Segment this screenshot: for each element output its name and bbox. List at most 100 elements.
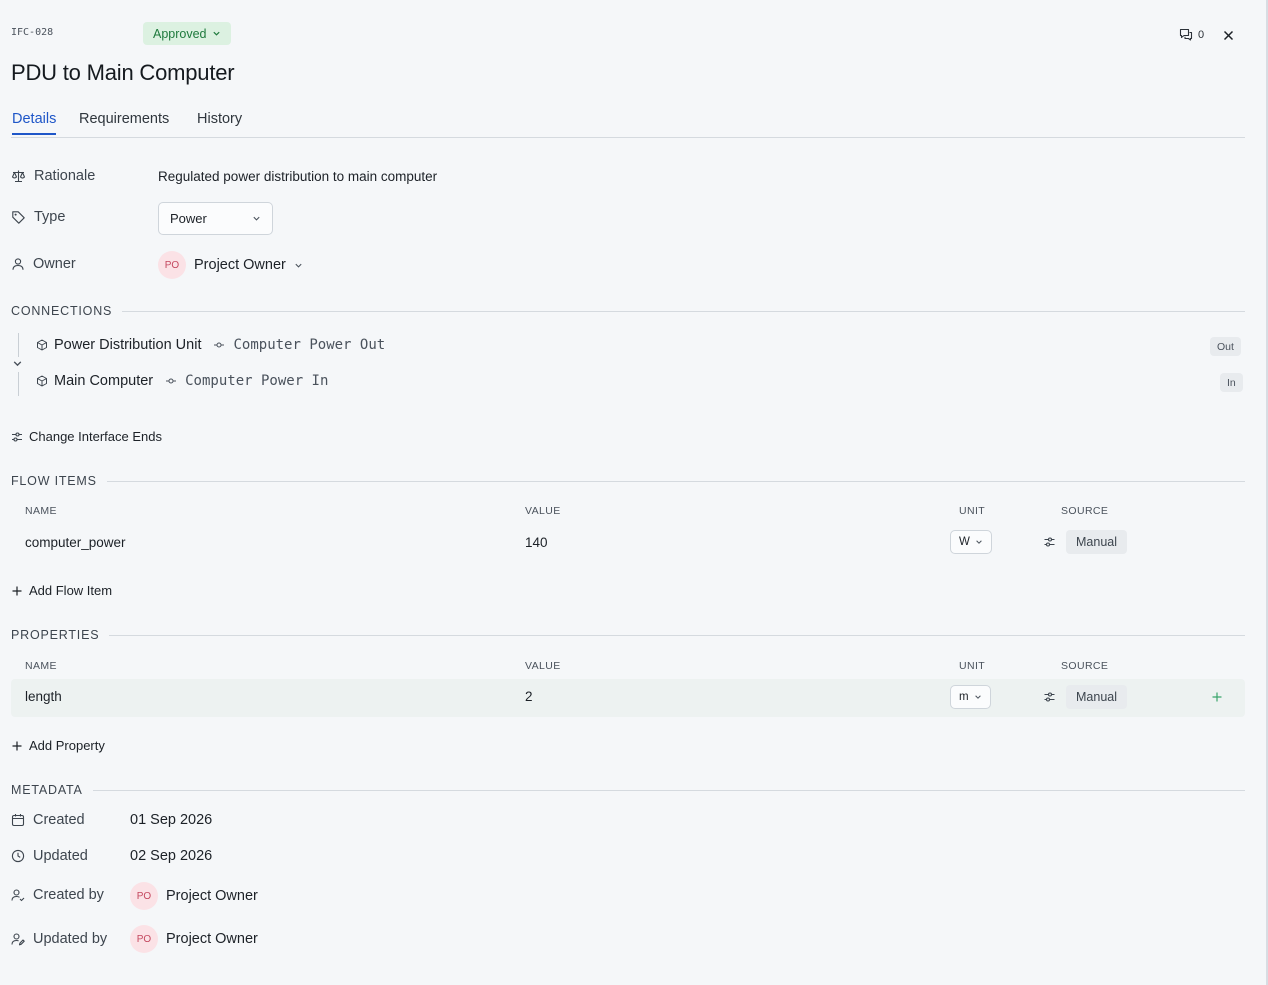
- swap-toggle[interactable]: [12, 358, 23, 369]
- connections-heading: CONNECTIONS: [11, 304, 113, 318]
- add-flow-item-button[interactable]: Add Flow Item: [11, 583, 112, 598]
- avatar: PO: [158, 251, 186, 279]
- component-name: Power Distribution Unit: [54, 337, 202, 353]
- settings-sliders-icon: [1043, 691, 1056, 703]
- owner-label: Owner: [11, 256, 76, 272]
- avatar: PO: [130, 925, 158, 953]
- metadata-heading: METADATA: [11, 783, 83, 797]
- table-row: [11, 679, 1245, 717]
- type-value: Power: [170, 211, 207, 226]
- owner-select[interactable]: PO Project Owner: [158, 251, 303, 279]
- created-by-name: Project Owner: [166, 888, 258, 904]
- connection-item[interactable]: Main Computer Computer Power In: [36, 373, 328, 389]
- port-name: Computer Power In: [185, 373, 329, 389]
- component-icon: [36, 339, 48, 351]
- tab-bar: Details Requirements History: [11, 111, 1245, 138]
- tag-icon: [11, 210, 26, 225]
- user-edit-icon: [11, 932, 25, 946]
- updated-value: 02 Sep 2026: [130, 848, 213, 864]
- status-dropdown[interactable]: Approved: [143, 22, 231, 45]
- chevron-down-icon: [12, 358, 23, 369]
- settings-sliders-icon: [11, 431, 23, 443]
- user-icon: [11, 257, 25, 271]
- add-property-button[interactable]: Add Property: [11, 738, 105, 753]
- close-button[interactable]: [1222, 29, 1235, 42]
- add-property-label: Add Property: [29, 738, 105, 753]
- direction-badge: Out: [1210, 337, 1241, 356]
- divider: [109, 634, 1245, 636]
- owner-label-text: Owner: [33, 256, 76, 272]
- source-settings-button[interactable]: [1043, 691, 1056, 703]
- interface-id: IFC-028: [11, 27, 54, 38]
- tab-history[interactable]: History: [197, 111, 242, 133]
- component-icon: [36, 375, 48, 387]
- divider: [92, 789, 1245, 791]
- column-header-unit: UNIT: [959, 660, 986, 672]
- updated-label: Updated: [11, 848, 88, 864]
- updated-by-name: Project Owner: [166, 931, 258, 947]
- add-flow-item-label: Add Flow Item: [29, 583, 113, 598]
- comments-button[interactable]: 0: [1179, 28, 1204, 41]
- plus-icon: [11, 585, 23, 597]
- source-badge[interactable]: Manual: [1066, 530, 1127, 554]
- plus-icon: [11, 740, 23, 752]
- flow-items-section-header: FLOW ITEMS: [11, 474, 1245, 488]
- tab-requirements[interactable]: Requirements: [79, 111, 169, 133]
- unit-select[interactable]: m: [950, 685, 991, 709]
- user-check-icon: [11, 888, 25, 902]
- direction-badge: In: [1220, 373, 1243, 392]
- updated-by-user: PO Project Owner: [130, 925, 258, 953]
- comment-count: 0: [1198, 28, 1205, 41]
- avatar: PO: [130, 882, 158, 910]
- flow-item-name[interactable]: computer_power: [25, 535, 126, 550]
- properties-section-header: PROPERTIES: [11, 628, 1245, 642]
- connection-item[interactable]: Power Distribution Unit Computer Power O…: [36, 337, 385, 353]
- port-name: Computer Power Out: [233, 337, 386, 353]
- chevron-down-icon: [212, 29, 221, 38]
- plus-icon: [1211, 691, 1223, 703]
- chevron-down-icon: [294, 261, 303, 270]
- type-select[interactable]: Power: [158, 202, 273, 235]
- metadata-section-header: METADATA: [11, 783, 1245, 797]
- connection-line: [18, 333, 19, 357]
- divider: [122, 310, 1245, 312]
- updated-by-label: Updated by: [11, 931, 107, 947]
- type-label-text: Type: [34, 209, 66, 225]
- chevron-down-icon: [974, 693, 982, 701]
- scale-icon: [11, 169, 26, 183]
- chevron-down-icon: [975, 538, 983, 546]
- divider: [106, 480, 1245, 482]
- change-interface-ends-label: Change Interface Ends: [29, 429, 162, 444]
- column-header-value: VALUE: [525, 505, 561, 517]
- clock-icon: [11, 849, 25, 863]
- chevron-down-icon: [252, 214, 261, 223]
- unit-value: m: [959, 691, 969, 703]
- unit-select[interactable]: W: [950, 530, 992, 554]
- flow-items-heading: FLOW ITEMS: [11, 474, 97, 488]
- change-interface-ends-button[interactable]: Change Interface Ends: [11, 429, 162, 444]
- column-header-source: SOURCE: [1061, 505, 1109, 517]
- updated-by-label-text: Updated by: [33, 931, 108, 947]
- column-header-name: NAME: [25, 660, 57, 672]
- connection-line: [18, 372, 19, 396]
- rationale-label-text: Rationale: [34, 168, 96, 184]
- source-badge[interactable]: Manual: [1066, 685, 1127, 709]
- rationale-value: Regulated power distribution to main com…: [158, 169, 438, 184]
- property-name[interactable]: length: [25, 689, 62, 704]
- status-label: Approved: [153, 26, 207, 41]
- source-settings-button[interactable]: [1043, 536, 1056, 548]
- page-title: PDU to Main Computer: [11, 60, 235, 85]
- settings-sliders-icon: [1043, 536, 1056, 548]
- port-icon: [213, 340, 225, 350]
- component-name: Main Computer: [54, 373, 154, 389]
- flow-item-value[interactable]: 140: [525, 535, 548, 550]
- calendar-icon: [11, 813, 25, 827]
- property-value[interactable]: 2: [525, 689, 533, 704]
- rationale-label: Rationale: [11, 168, 95, 184]
- connections-section-header: CONNECTIONS: [11, 304, 1245, 318]
- owner-name: Project Owner: [194, 257, 286, 273]
- tab-details[interactable]: Details: [12, 111, 57, 135]
- created-by-label: Created by: [11, 887, 104, 903]
- created-by-label-text: Created by: [33, 887, 104, 903]
- add-row-button[interactable]: [1211, 691, 1223, 703]
